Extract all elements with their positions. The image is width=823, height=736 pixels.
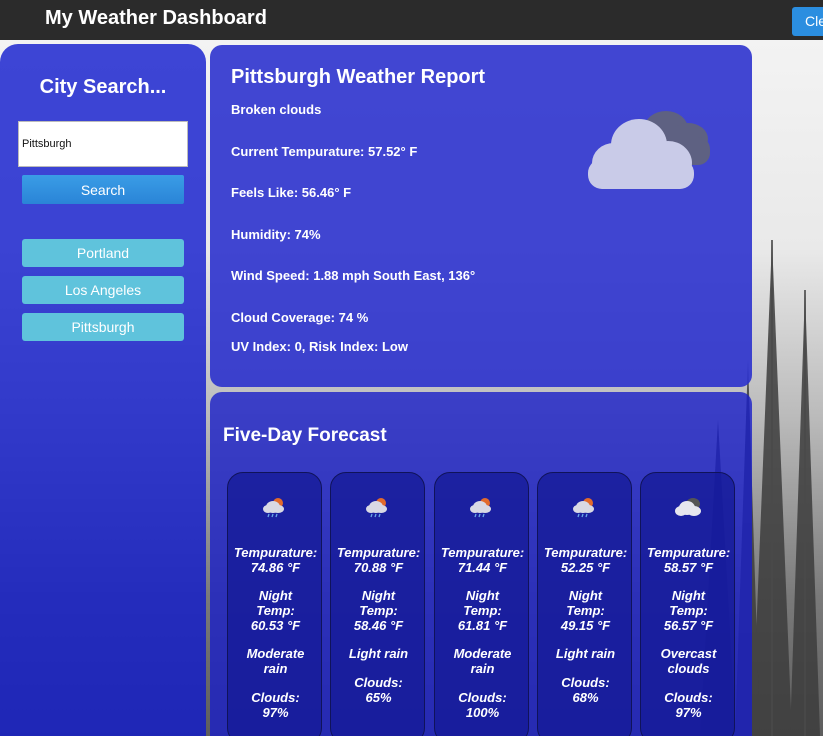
clear-button[interactable]: Cle bbox=[792, 7, 823, 36]
clouds-value: 65% bbox=[365, 690, 392, 705]
weather-desc-1: Moderate bbox=[246, 646, 305, 661]
history-button-portland[interactable]: Portland bbox=[22, 239, 184, 267]
night-temp-label-1: Night bbox=[258, 588, 293, 603]
day-temp-label: Tempurature: bbox=[646, 545, 731, 560]
weather-desc-1: Overcast bbox=[660, 646, 717, 661]
night-temp-label-2: Temp: bbox=[463, 603, 502, 618]
forecast-day-card: Tempurature: 70.88 °F Night Temp: 58.46 °F Li… bbox=[330, 472, 425, 736]
app-title: My Weather Dashboard bbox=[45, 7, 267, 29]
history-button-pittsburgh[interactable]: Pittsburgh bbox=[22, 313, 184, 341]
forecast-title: Five-Day Forecast bbox=[223, 425, 387, 446]
clouds-value: 68% bbox=[572, 690, 599, 705]
night-temp: 60.53 °F bbox=[250, 618, 301, 633]
forecast-day-card: Tempurature: 74.86 °F Night Temp: 60.53 °F Mo… bbox=[227, 472, 322, 736]
overcast-clouds-icon bbox=[674, 496, 704, 521]
day-temp: 71.44 °F bbox=[457, 560, 508, 575]
night-temp: 49.15 °F bbox=[560, 618, 611, 633]
city-search-title: City Search... bbox=[39, 76, 167, 98]
night-temp-label-1: Night bbox=[465, 588, 500, 603]
search-button[interactable]: Search bbox=[22, 175, 184, 204]
night-temp-label-1: Night bbox=[568, 588, 603, 603]
history-button-los-angeles[interactable]: Los Angeles bbox=[22, 276, 184, 304]
day-temp: 58.57 °F bbox=[663, 560, 714, 575]
uv-index: UV Index: 0, Risk Index: Low bbox=[231, 339, 408, 354]
rain-icon bbox=[364, 496, 390, 521]
rain-icon bbox=[571, 496, 597, 521]
night-temp-label-1: Night bbox=[671, 588, 706, 603]
day-temp: 70.88 °F bbox=[353, 560, 404, 575]
day-temp-label: Tempurature: bbox=[543, 545, 628, 560]
top-bar: My Weather Dashboard Cle bbox=[0, 0, 823, 40]
day-temp-label: Tempurature: bbox=[336, 545, 421, 560]
broken-clouds-icon bbox=[584, 107, 714, 202]
wind-speed: Wind Speed: 1.88 mph South East, 136° bbox=[231, 268, 476, 283]
weather-description: Broken clouds bbox=[231, 102, 322, 117]
rain-icon bbox=[468, 496, 494, 521]
humidity: Humidity: 74% bbox=[231, 227, 321, 242]
forecast-day-card: Tempurature: 58.57 °F Night Temp: 56.57 °F Ov… bbox=[640, 472, 735, 736]
clouds-label: Clouds: bbox=[458, 690, 507, 705]
clouds-value: 97% bbox=[675, 705, 702, 720]
clouds-label: Clouds: bbox=[354, 675, 403, 690]
five-day-forecast-panel: Five-Day Forecast Tempurature: 74.86 °F Ni… bbox=[210, 392, 752, 736]
clouds-label: Clouds: bbox=[561, 675, 610, 690]
day-temp: 74.86 °F bbox=[250, 560, 301, 575]
clouds-label: Clouds: bbox=[251, 690, 300, 705]
night-temp: 61.81 °F bbox=[457, 618, 508, 633]
night-temp-label-2: Temp: bbox=[669, 603, 708, 618]
feels-like: Feels Like: 56.46° F bbox=[231, 185, 352, 200]
weather-desc-1: Light rain bbox=[348, 646, 409, 661]
clouds-value: 97% bbox=[262, 705, 289, 720]
day-temp-label: Tempurature: bbox=[233, 545, 318, 560]
night-temp-label-2: Temp: bbox=[256, 603, 295, 618]
cloud-coverage: Cloud Coverage: 74 % bbox=[231, 310, 369, 325]
rain-icon bbox=[261, 496, 287, 521]
weather-desc-2: rain bbox=[470, 661, 495, 676]
city-search-input[interactable] bbox=[18, 121, 188, 167]
weather-desc-2: rain bbox=[263, 661, 288, 676]
clouds-label: Clouds: bbox=[664, 690, 713, 705]
city-search-panel: City Search... Search Portland Los Angel… bbox=[0, 44, 206, 736]
weather-desc-1: Light rain bbox=[555, 646, 616, 661]
clouds-value: 100% bbox=[465, 705, 500, 720]
weather-report-panel: Pittsburgh Weather Report Broken clouds … bbox=[210, 45, 752, 387]
current-temperature: Current Tempurature: 57.52° F bbox=[231, 144, 418, 159]
night-temp: 58.46 °F bbox=[353, 618, 404, 633]
weather-desc-1: Moderate bbox=[453, 646, 512, 661]
night-temp-label-2: Temp: bbox=[566, 603, 605, 618]
night-temp-label-2: Temp: bbox=[359, 603, 398, 618]
night-temp-label-1: Night bbox=[361, 588, 396, 603]
day-temp: 52.25 °F bbox=[560, 560, 611, 575]
report-title: Pittsburgh Weather Report bbox=[231, 66, 486, 88]
day-temp-label: Tempurature: bbox=[440, 545, 525, 560]
forecast-day-card: Tempurature: 52.25 °F Night Temp: 49.15 °F Li… bbox=[537, 472, 632, 736]
forecast-day-card: Tempurature: 71.44 °F Night Temp: 61.81 °F Mo… bbox=[434, 472, 529, 736]
night-temp: 56.57 °F bbox=[663, 618, 714, 633]
weather-desc-2: clouds bbox=[667, 661, 710, 676]
